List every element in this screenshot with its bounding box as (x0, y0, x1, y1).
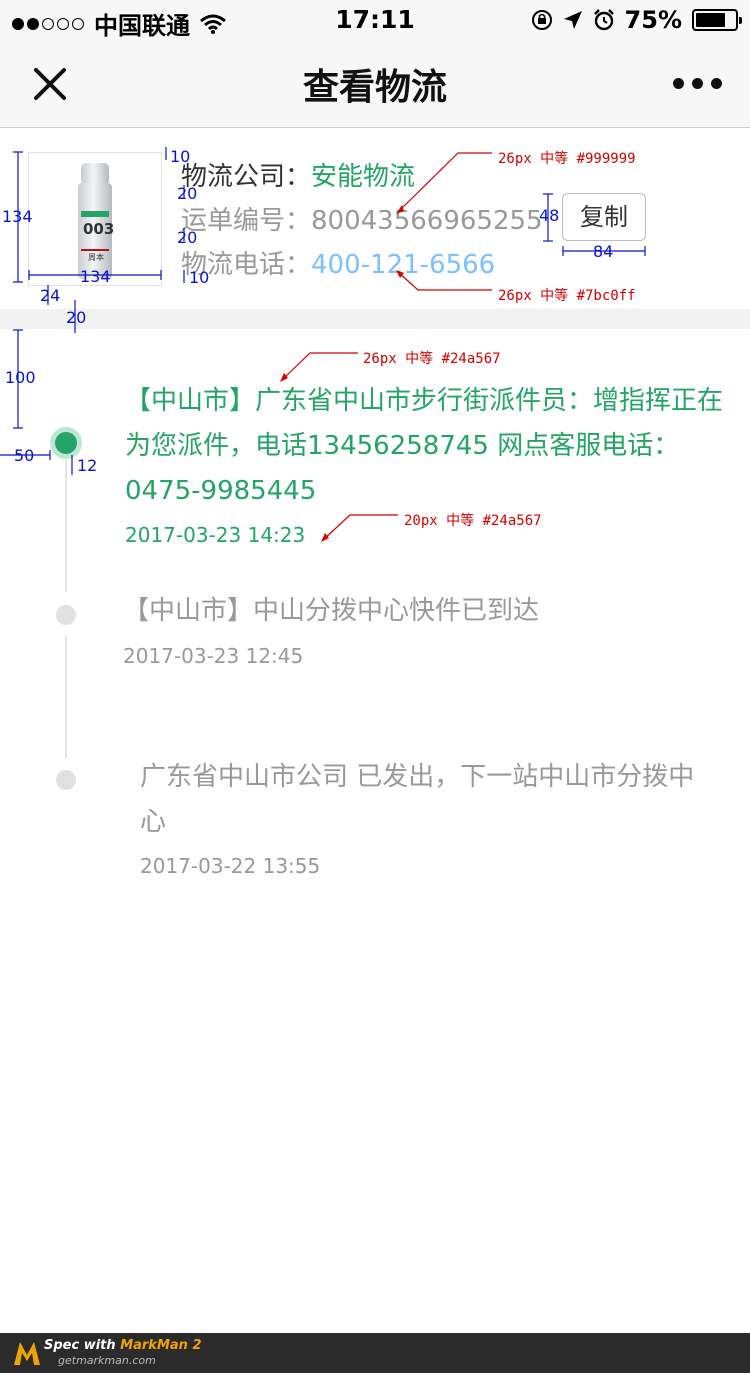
product-caption: 周本 (88, 253, 104, 262)
alarm-icon (593, 9, 614, 31)
footer-brand: Spec with MarkMan 2 (44, 1338, 202, 1353)
annotation-note: 20px 中等 #24a567 (404, 513, 542, 529)
phone-row: 物流电话：400-121-6566 (181, 244, 495, 281)
entry-line: 【中山市】广东省中山市步行街派件员：增指挥正在 (125, 386, 724, 416)
product-image: 003 周本 (28, 152, 162, 286)
page-title: 查看物流 (302, 67, 447, 108)
markman-footer: Spec with MarkMan 2 getmarkman.com (0, 1333, 750, 1373)
entry-text: 【中山市】广东省中山市步行街派件员：增指挥正在 为您派件，电话134562587… (125, 379, 735, 514)
company-row: 物流公司：安能物流 (181, 156, 415, 193)
entry-line: 【中山市】中山分拨中心快件已到达 (123, 596, 540, 626)
entry-line: 广东省中山市公司 已发出，下一站中山市分拨中 (140, 762, 695, 792)
waybill-label: 运单编号： (181, 206, 312, 236)
phone-link[interactable]: 400-121-6566 (311, 250, 495, 280)
footer-brand-prefix: Spec with (44, 1338, 121, 1353)
entry-time: 2017-03-23 12:45 (123, 644, 304, 668)
more-icon[interactable] (673, 78, 722, 89)
annotation-dimension: 100 (5, 368, 36, 387)
entry-line: 为您派件，电话13456258745 网点客服电话： (125, 431, 680, 461)
orientation-lock-icon (531, 10, 552, 30)
timeline-line (65, 460, 67, 592)
status-right: 75% (531, 6, 742, 34)
annotation-dimension: 20 (66, 308, 87, 327)
battery-icon (692, 9, 742, 31)
company-value: 安能物流 (311, 162, 416, 192)
entry-time: 2017-03-23 14:23 (125, 523, 306, 547)
annotation-dimension: 10 (170, 147, 191, 166)
footer-url: getmarkman.com (58, 1354, 156, 1367)
annotation-note: 26px 中等 #999999 (498, 151, 636, 167)
footer-brand-name: MarkMan 2 (120, 1338, 202, 1353)
company-label: 物流公司： (181, 162, 312, 192)
copy-button[interactable]: 复制 (562, 193, 646, 241)
logistics-info: 003 周本 物流公司：安能物流 运单编号：80043566965255 物流电… (0, 129, 750, 309)
section-divider (0, 309, 750, 329)
entry-line: 心 (140, 807, 167, 837)
annotation-dimension: 24 (40, 286, 61, 305)
entry-time: 2017-03-22 13:55 (140, 854, 321, 878)
markman-logo-icon (14, 1342, 40, 1365)
timeline-node (56, 605, 76, 625)
entry-text: 【中山市】中山分拨中心快件已到达 (123, 589, 733, 634)
entry-line: 0475-9985445 (125, 476, 317, 506)
product-brand-label: 003 (83, 220, 115, 238)
annotation-dimension: 48 (539, 206, 560, 225)
annotation-dimension: 20 (177, 228, 198, 247)
annotation-note: 26px 中等 #24a567 (363, 351, 501, 367)
annotation-dimension: 84 (593, 242, 614, 261)
status-bar: 中国联通 17:11 75% (0, 0, 750, 40)
battery-fill (696, 13, 725, 27)
nav-bar: 查看物流 (0, 40, 750, 128)
waybill-value: 80043566965255 (311, 206, 543, 236)
timeline-node-active (50, 427, 82, 459)
annotation-dimension: 10 (189, 268, 210, 287)
annotation-dimension: 20 (177, 184, 198, 203)
timeline-node (56, 770, 76, 790)
timeline-line (65, 636, 67, 758)
annotation-note: 26px 中等 #7bc0ff (498, 288, 636, 304)
location-icon (563, 11, 582, 29)
annotation-dimension: 50 (14, 446, 35, 465)
battery-percent: 75% (624, 6, 682, 34)
annotation-dimension: 134 (2, 207, 33, 226)
annotation-dimension: 12 (77, 456, 98, 475)
entry-text: 广东省中山市公司 已发出，下一站中山市分拨中 心 (140, 755, 730, 845)
waybill-row: 运单编号：80043566965255 (181, 200, 543, 237)
annotation-dimension: 134 (80, 267, 111, 286)
